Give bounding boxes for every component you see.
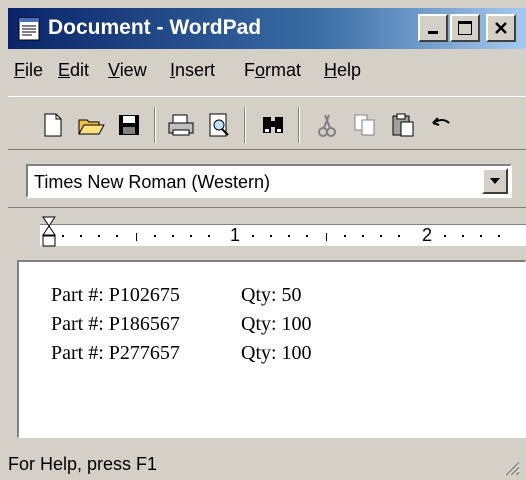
undo-button[interactable] — [424, 109, 458, 141]
ruler-dot — [80, 235, 82, 237]
toolbar-separator — [298, 107, 300, 143]
ruler-dot — [172, 235, 174, 237]
print-icon — [168, 114, 194, 136]
close-icon — [495, 22, 507, 34]
open-folder-icon — [78, 119, 105, 135]
part-number: Part #: P102675 — [51, 284, 180, 306]
ruler-dot — [116, 235, 118, 237]
title-bar[interactable]: Document - WordPad — [8, 8, 526, 49]
ruler-label-2: 2 — [422, 225, 433, 245]
document-line-2: Part #: P186567 Qty: 100 — [51, 313, 312, 336]
menu-format[interactable]: Format — [244, 60, 301, 81]
open-button[interactable] — [74, 109, 108, 141]
ruler[interactable]: 1 2 — [8, 212, 526, 258]
document-line-3: Part #: P277657 Qty: 100 — [51, 342, 312, 365]
font-dropdown-button[interactable] — [482, 168, 508, 194]
status-text: For Help, press F1 — [8, 454, 158, 474]
resize-grip-icon[interactable] — [500, 456, 520, 476]
ruler-dot — [306, 235, 308, 237]
wordpad-app-icon[interactable] — [18, 17, 40, 41]
ruler-dot — [190, 235, 192, 237]
ruler-dot — [252, 235, 254, 237]
maximize-button[interactable] — [450, 14, 480, 42]
ruler-dot — [62, 235, 64, 237]
window-title: Document - WordPad — [48, 16, 262, 39]
close-button[interactable] — [486, 14, 516, 42]
find-button[interactable] — [256, 109, 290, 141]
print-preview-button[interactable] — [202, 109, 236, 141]
new-document-icon — [44, 113, 62, 137]
menu-view[interactable]: View — [108, 60, 147, 81]
ruler-dot — [498, 235, 500, 237]
cut-icon — [318, 114, 336, 137]
save-disk-icon — [119, 115, 139, 135]
maximize-icon — [458, 21, 472, 35]
part-number: Part #: P186567 — [51, 313, 180, 335]
menu-help[interactable]: Help — [324, 60, 361, 81]
new-button[interactable] — [36, 109, 70, 141]
print-button[interactable] — [164, 109, 198, 141]
part-number: Part #: P277657 — [51, 342, 180, 364]
menu-bar: File Edit View Insert Format Help — [8, 52, 526, 88]
ruler-dot — [362, 235, 364, 237]
ruler-dot — [480, 235, 482, 237]
copy-icon — [354, 114, 375, 136]
ruler-tick — [136, 233, 137, 241]
ruler-dot — [288, 235, 290, 237]
menu-edit[interactable]: Edit — [58, 60, 89, 81]
paste-icon — [392, 113, 414, 137]
document-line-1: Part #: P102675 Qty: 50 — [51, 284, 302, 307]
font-dropdown-value: Times New Roman (Western) — [34, 172, 271, 192]
ruler-dot — [444, 235, 446, 237]
toolbar-separator — [244, 107, 246, 143]
format-bar: Times New Roman (Western) — [8, 150, 526, 208]
standard-toolbar — [8, 96, 526, 150]
undo-icon — [432, 117, 450, 126]
menu-insert[interactable]: Insert — [170, 60, 215, 81]
document-editor[interactable]: Part #: P102675 Qty: 50 Part #: P186567 Qt… — [17, 260, 526, 438]
chevron-down-icon — [490, 178, 500, 184]
menu-file[interactable]: File — [14, 60, 43, 81]
ruler-dot — [208, 235, 210, 237]
minimize-button[interactable] — [418, 14, 448, 42]
ruler-dot — [98, 235, 100, 237]
toolbar-separator — [154, 107, 156, 143]
quantity: Qty: 100 — [241, 342, 312, 364]
ruler-dot — [380, 235, 382, 237]
ruler-label-1: 1 — [230, 225, 241, 245]
quantity: Qty: 100 — [241, 313, 312, 335]
font-dropdown[interactable]: Times New Roman (Western) — [26, 164, 512, 198]
find-binoculars-icon — [263, 117, 283, 133]
status-bar: For Help, press F1 — [8, 446, 526, 480]
paste-button[interactable] — [386, 109, 420, 141]
ruler-dot — [344, 235, 346, 237]
ruler-dot — [398, 235, 400, 237]
cut-button[interactable] — [310, 109, 344, 141]
ruler-dot — [270, 235, 272, 237]
print-preview-icon — [209, 113, 229, 137]
wordpad-window: Document - WordPad File Edit View Insert… — [0, 0, 526, 480]
copy-button[interactable] — [348, 109, 382, 141]
ruler-dot — [462, 235, 464, 237]
ruler-strip: 1 2 — [40, 224, 526, 246]
save-button[interactable] — [112, 109, 146, 141]
ruler-tick — [326, 233, 327, 241]
minimize-icon — [428, 31, 438, 34]
quantity: Qty: 50 — [241, 284, 302, 306]
indent-marker-icon[interactable] — [42, 216, 56, 256]
ruler-dot — [154, 235, 156, 237]
